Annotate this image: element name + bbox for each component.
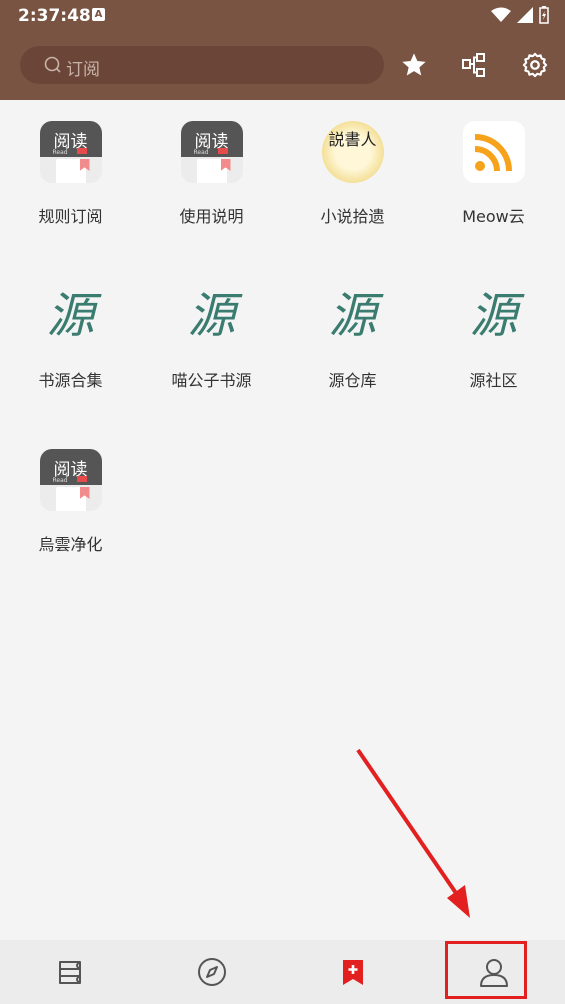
- search-placeholder: 订阅: [66, 60, 100, 80]
- status-bar: 2:37:48 A: [0, 0, 565, 32]
- yuan-icon: 源: [328, 288, 377, 344]
- subscription-item[interactable]: 説書人 小说拾遗: [282, 121, 423, 227]
- group-icon[interactable]: [460, 51, 488, 79]
- status-time: 2:37:48: [18, 6, 91, 26]
- subscription-item[interactable]: 源 源仓库: [282, 285, 423, 391]
- notification-a-icon: A: [92, 8, 105, 21]
- subscription-item[interactable]: 阅读 Read 使用说明: [141, 121, 282, 227]
- subscription-label: 源社区: [469, 371, 518, 390]
- settings-icon[interactable]: [521, 51, 549, 79]
- shuoshuren-icon: 説書人: [321, 121, 384, 183]
- search-bar[interactable]: 订阅: [20, 46, 384, 84]
- subscription-label: 烏雲净化: [38, 535, 103, 554]
- subscription-label: 喵公子书源: [171, 371, 252, 390]
- subscription-label: 书源合集: [38, 371, 103, 390]
- yuan-icon: 源: [46, 288, 95, 344]
- subscription-label: Meow云: [462, 207, 525, 226]
- subscription-label: 使用说明: [179, 207, 244, 226]
- subscription-item[interactable]: Meow云: [423, 121, 564, 227]
- highlight-box: [445, 941, 527, 999]
- rss-icon: [462, 121, 525, 183]
- star-icon[interactable]: [400, 51, 428, 79]
- wifi-icon: [491, 7, 511, 22]
- subscription-item[interactable]: 源 源社区: [423, 285, 564, 391]
- subscription-label: 源仓库: [328, 371, 377, 390]
- yuan-icon: 源: [469, 288, 518, 344]
- subscription-item[interactable]: 阅读 Read 规则订阅: [0, 121, 141, 227]
- discover-icon[interactable]: [196, 956, 228, 988]
- top-app-bar: 2:37:48 A 订阅: [0, 0, 565, 100]
- signal-icon: [517, 7, 533, 23]
- subscription-item[interactable]: 源 书源合集: [0, 285, 141, 391]
- subscription-item[interactable]: 阅读 Read 烏雲净化: [0, 449, 141, 555]
- status-icons: [491, 6, 549, 24]
- subscription-item[interactable]: 源 喵公子书源: [141, 285, 282, 391]
- yuedu-app-icon: 阅读 Read: [39, 449, 102, 511]
- bookshelf-icon[interactable]: [54, 956, 86, 988]
- yuan-icon: 源: [187, 288, 236, 344]
- search-icon: [44, 56, 61, 73]
- yuedu-app-icon: 阅读 Read: [180, 121, 243, 183]
- battery-icon: [539, 6, 549, 24]
- rss-bookmark-icon[interactable]: [337, 956, 369, 988]
- subscription-label: 小说拾遗: [320, 207, 385, 226]
- yuedu-app-icon: 阅读 Read: [39, 121, 102, 183]
- subscription-label: 规则订阅: [38, 207, 103, 226]
